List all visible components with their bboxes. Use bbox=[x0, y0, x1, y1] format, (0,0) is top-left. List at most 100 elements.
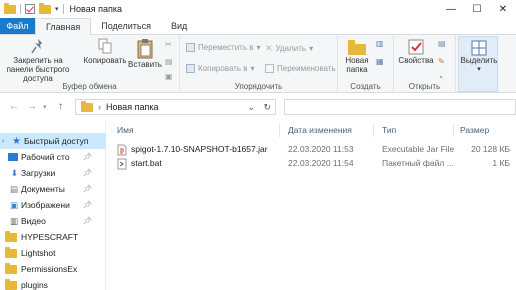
nav-item-video[interactable]: ▥ Видео 📌︎ bbox=[0, 213, 106, 229]
close-button[interactable]: ✕ bbox=[490, 0, 516, 18]
column-header-date[interactable]: Дата изменения bbox=[288, 121, 352, 139]
history-icon[interactable]: ◔ bbox=[438, 73, 443, 82]
properties-quick-icon[interactable] bbox=[25, 4, 35, 14]
file-name[interactable]: start.bat bbox=[131, 158, 162, 168]
customize-toolbar-dropdown[interactable]: ▾ bbox=[55, 5, 59, 13]
select-icon bbox=[471, 40, 487, 56]
window-title: Новая папка bbox=[69, 4, 122, 14]
file-row[interactable]: start.bat 22.03.2020 11:54 Пакетный файл… bbox=[107, 157, 516, 171]
clipboard-group-label: Буфер обмена bbox=[62, 82, 117, 91]
column-header-type[interactable]: Тип bbox=[382, 121, 396, 139]
tab-view[interactable]: Вид bbox=[161, 18, 197, 34]
copy-path-icon[interactable]: ▤ bbox=[165, 57, 173, 66]
window-controls: — ☐ ✕ bbox=[438, 0, 516, 18]
pin-icon: 📌︎ bbox=[83, 202, 92, 209]
nav-item-downloads[interactable]: ⬇ Загрузки 📌︎ bbox=[0, 165, 106, 181]
path-separator[interactable]: › bbox=[98, 102, 101, 112]
folder-icon bbox=[5, 246, 17, 258]
file-type: Пакетный файл ... bbox=[382, 158, 454, 168]
properties-button[interactable]: Свойства bbox=[396, 38, 436, 65]
paste-button[interactable]: Вставить bbox=[128, 38, 162, 69]
paste-label: Вставить bbox=[128, 60, 162, 69]
edit-icon[interactable]: ✎ bbox=[438, 57, 445, 66]
ribbon: Закрепить на панели быстрого доступа Коп… bbox=[0, 35, 516, 93]
organize-group: Переместить в ▾ Копировать в ▾ ✕ Удалить ▾ … bbox=[180, 35, 338, 93]
nav-item-quick-access[interactable]: › ★ Быстрый доступ bbox=[0, 133, 106, 149]
folder-icon bbox=[81, 100, 93, 112]
pin-icon: 📌︎ bbox=[83, 154, 92, 161]
column-divider[interactable] bbox=[279, 124, 280, 137]
select-button[interactable]: Выделить ▾ bbox=[459, 40, 499, 74]
tab-home[interactable]: Главная bbox=[35, 18, 92, 35]
nav-item-plugins[interactable]: plugins bbox=[0, 277, 106, 290]
pin-icon bbox=[31, 39, 42, 54]
expand-chevron-icon[interactable]: › bbox=[2, 138, 12, 145]
file-size: 20 128 КБ bbox=[471, 144, 510, 154]
new-folder-button[interactable]: Новая папка bbox=[340, 38, 374, 74]
file-date: 22.03.2020 11:53 bbox=[288, 144, 354, 154]
file-name[interactable]: spigot-1.7.10-SNAPSHOT-b1657.jar bbox=[131, 144, 268, 154]
column-divider[interactable] bbox=[373, 124, 374, 137]
column-header-name[interactable]: Имя bbox=[117, 121, 134, 139]
nav-item-label: Документы bbox=[21, 184, 65, 194]
folder-icon bbox=[5, 230, 17, 242]
back-arrow-icon[interactable]: ← bbox=[9, 101, 19, 112]
delete-label: Удалить bbox=[275, 44, 307, 53]
nav-item-permissionsex[interactable]: PermissionsEx bbox=[0, 261, 106, 277]
new-item-icon[interactable]: ▥ bbox=[376, 39, 384, 48]
address-bar[interactable]: › Новая папка ⌄ ↻ bbox=[75, 99, 276, 115]
cut-icon[interactable]: ✂ bbox=[165, 40, 172, 49]
file-date: 22.03.2020 11:54 bbox=[288, 158, 354, 168]
jar-icon bbox=[117, 144, 127, 156]
nav-item-label: PermissionsEx bbox=[21, 264, 78, 274]
separator bbox=[20, 4, 21, 14]
rename-button[interactable]: Переименовать bbox=[265, 64, 336, 73]
delete-button[interactable]: ✕ Удалить ▾ bbox=[265, 43, 313, 54]
nav-item-label: Изображени bbox=[21, 200, 70, 210]
recent-locations-icon[interactable]: ▾ bbox=[43, 103, 47, 111]
address-dropdown-icon[interactable]: ⌄ bbox=[247, 102, 255, 113]
column-header-size[interactable]: Размер bbox=[460, 121, 489, 139]
nav-item-documents[interactable]: ▤ Документы 📌︎ bbox=[0, 181, 106, 197]
download-icon: ⬇ bbox=[10, 167, 18, 178]
bat-icon bbox=[117, 158, 127, 170]
paste-shortcut-icon[interactable]: ▣ bbox=[165, 72, 173, 81]
path-segment[interactable]: Новая папка bbox=[106, 102, 158, 112]
nav-item-pictures[interactable]: ▣ Изображени 📌︎ bbox=[0, 197, 106, 213]
move-to-button[interactable]: Переместить в ▾ bbox=[186, 43, 261, 52]
desktop-icon bbox=[8, 153, 18, 161]
nav-item-hypescraft[interactable]: HYPESCRAFT bbox=[0, 229, 106, 245]
nav-item-lightshot[interactable]: Lightshot bbox=[0, 245, 106, 261]
create-group: Новая папка ▥ ▦ Создать bbox=[338, 35, 394, 93]
easy-access-icon[interactable]: ▦ bbox=[376, 57, 384, 66]
organize-group-label: Упорядочить bbox=[234, 82, 283, 91]
tab-file[interactable]: Файл bbox=[0, 18, 35, 34]
rename-icon bbox=[265, 64, 274, 73]
nav-item-desktop[interactable]: Рабочий сто 📌︎ bbox=[0, 149, 106, 165]
pin-quick-access-button[interactable]: Закрепить на панели быстрого доступа bbox=[4, 38, 72, 83]
copy-to-button[interactable]: Копировать в ▾ bbox=[186, 64, 255, 73]
up-arrow-icon[interactable]: ↑ bbox=[58, 101, 63, 112]
file-row[interactable]: spigot-1.7.10-SNAPSHOT-b1657.jar 22.03.2… bbox=[107, 143, 516, 157]
select-label: Выделить bbox=[460, 56, 498, 65]
maximize-button[interactable]: ☐ bbox=[464, 0, 490, 18]
forward-arrow-icon[interactable]: → bbox=[27, 101, 37, 112]
quick-access-toolbar: ▾ bbox=[0, 2, 64, 14]
title-bar: ▾ Новая папка — ☐ ✕ bbox=[0, 0, 516, 18]
search-input[interactable] bbox=[284, 99, 516, 115]
folder-icon bbox=[5, 262, 17, 274]
folder-icon bbox=[5, 278, 17, 290]
tab-share[interactable]: Поделиться bbox=[91, 18, 161, 34]
copy-button[interactable]: Копировать bbox=[82, 38, 128, 65]
open-icon[interactable]: ▤ bbox=[438, 39, 446, 48]
navigation-pane: › ★ Быстрый доступ Рабочий сто 📌︎ ⬇ Загр… bbox=[0, 121, 106, 290]
refresh-icon[interactable]: ↻ bbox=[263, 102, 271, 113]
nav-item-label: Загрузки bbox=[21, 168, 56, 178]
minimize-button[interactable]: — bbox=[438, 0, 464, 18]
copy-to-label: Копировать в bbox=[198, 64, 248, 73]
open-group: Свойства ▤ ✎ ◔ Открыть bbox=[394, 35, 456, 93]
new-folder-quick-icon[interactable] bbox=[39, 2, 51, 14]
column-divider[interactable] bbox=[453, 124, 454, 137]
select-group[interactable]: Выделить ▾ bbox=[458, 36, 498, 92]
move-to-label: Переместить в bbox=[198, 43, 254, 52]
